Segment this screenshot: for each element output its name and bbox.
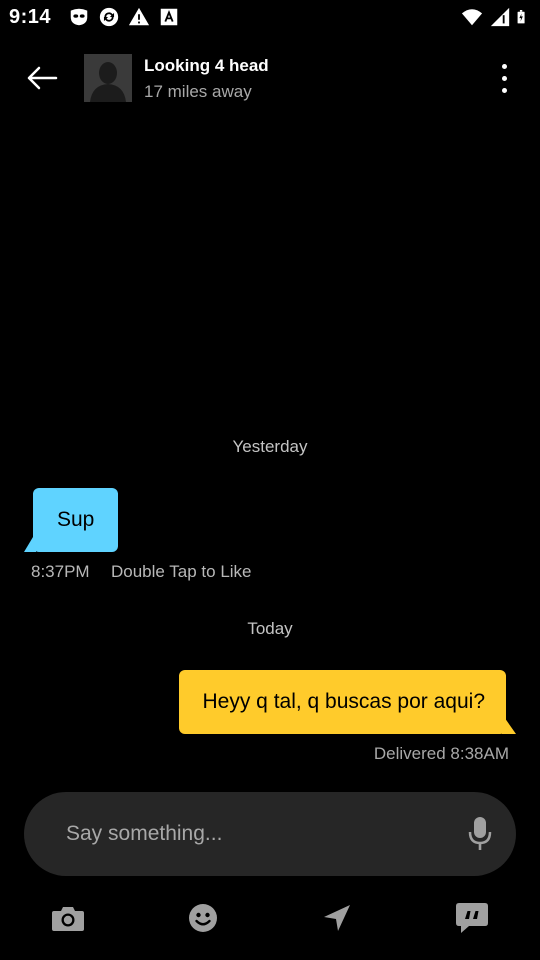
day-separator-yesterday: Yesterday — [232, 437, 308, 456]
font-icon — [160, 8, 178, 26]
camera-icon — [52, 907, 84, 931]
signal-icon — [490, 7, 510, 27]
location-arrow-icon — [324, 905, 350, 931]
avatar[interactable] — [84, 54, 132, 102]
emoji-icon — [189, 904, 217, 932]
sync-icon — [99, 7, 119, 27]
status-right-icons — [461, 6, 531, 28]
message-input-placeholder: Say something... — [66, 822, 223, 845]
bubble-tail — [502, 714, 516, 734]
saved-phrases-button[interactable] — [452, 900, 492, 936]
send-location-button[interactable] — [317, 900, 357, 936]
status-time: 9:14 — [9, 6, 52, 28]
message-input[interactable]: Say something... — [24, 792, 516, 876]
double-tap-to-like: Double Tap to Like — [111, 562, 252, 581]
camera-button[interactable] — [48, 900, 88, 936]
saved-phrases-icon — [456, 903, 488, 933]
sent-message-bubble[interactable]: Heyy q tal, q buscas por aqui? — [178, 670, 506, 734]
back-button[interactable] — [20, 58, 64, 98]
microphone-icon[interactable] — [466, 816, 494, 852]
profile-distance: 17 miles away — [144, 82, 252, 101]
warning-icon — [128, 7, 150, 26]
emoji-button[interactable] — [183, 900, 223, 936]
chat-header: Looking 4 head 17 miles away — [0, 48, 540, 108]
status-bar: 9:14 — [0, 0, 540, 36]
received-message-time: 8:37PM — [31, 562, 90, 581]
default-avatar-silhouette-icon — [84, 54, 132, 102]
day-separator-today: Today — [247, 619, 293, 638]
wifi-icon — [461, 9, 483, 26]
status-left-icons — [68, 6, 180, 28]
more-vert-icon — [501, 63, 507, 69]
more-options-button[interactable] — [488, 60, 520, 96]
sent-message-status: Delivered 8:38AM — [373, 744, 509, 763]
arrow-left-icon — [27, 66, 58, 90]
battery-icon — [517, 10, 525, 24]
received-message-bubble[interactable]: Sup — [33, 488, 119, 552]
grindr-mask-icon — [70, 8, 88, 26]
profile-name[interactable]: Looking 4 head — [144, 56, 269, 76]
